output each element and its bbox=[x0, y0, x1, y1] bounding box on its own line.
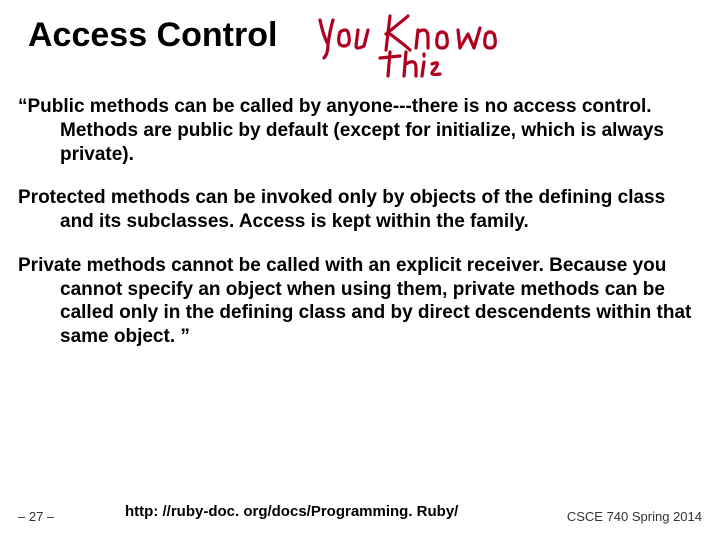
paragraph-public: “Public methods can be called by anyone-… bbox=[18, 95, 702, 166]
slide-title: Access Control bbox=[28, 16, 277, 55]
slide-footer: – 27 – http: //ruby-doc. org/docs/Progra… bbox=[0, 494, 720, 524]
paragraph-private: Private methods cannot be called with an… bbox=[18, 254, 702, 349]
page-number: – 27 – bbox=[18, 509, 54, 524]
paragraph-protected: Protected methods can be invoked only by… bbox=[18, 186, 702, 234]
slide: Access Control “Public met bbox=[0, 0, 720, 540]
handwritten-annotation bbox=[310, 10, 530, 80]
course-label: CSCE 740 Spring 2014 bbox=[567, 509, 702, 524]
reference-link: http: //ruby-doc. org/docs/Programming. … bbox=[125, 503, 458, 520]
slide-body: “Public methods can be called by anyone-… bbox=[18, 95, 702, 369]
